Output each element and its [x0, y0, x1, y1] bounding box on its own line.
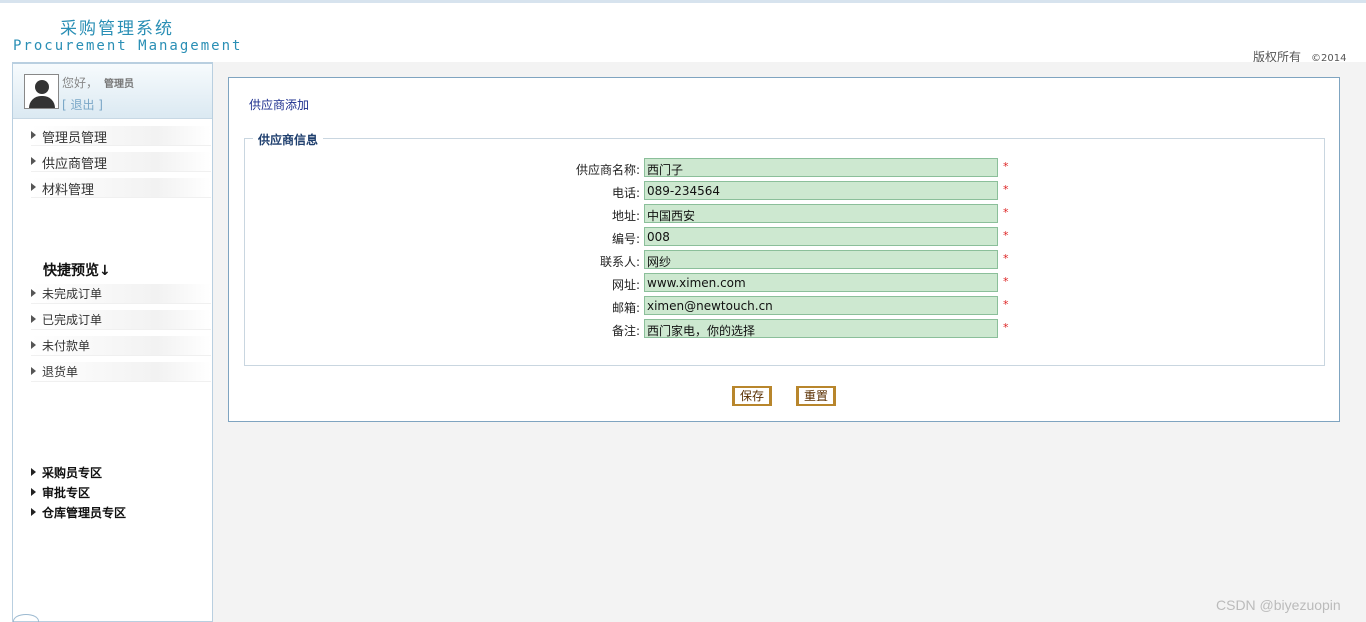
field-label: 地址: [611, 209, 640, 223]
caret-right-icon [31, 131, 36, 139]
sidebar-item-returns[interactable]: 退货单 [31, 362, 211, 382]
required-mark: * [1003, 321, 1009, 334]
form-row-code: 编号: 008 * [245, 227, 1009, 247]
sidebar-item-unpaid[interactable]: 未付款单 [31, 336, 211, 356]
caret-right-icon [31, 468, 36, 476]
sidebar-item-finished-orders[interactable]: 已完成订单 [31, 310, 211, 330]
caret-right-icon [31, 183, 36, 191]
required-mark: * [1003, 298, 1009, 311]
caret-right-icon [31, 488, 36, 496]
fieldset-legend: 供应商信息 [253, 131, 324, 148]
required-mark: * [1003, 160, 1009, 173]
sidebar-item-label: 材料管理 [42, 183, 95, 198]
zone-label: 采购员专区 [42, 466, 103, 480]
form-row-name: 供应商名称: 西门子 * [245, 158, 1009, 178]
quick-preview-title: 快捷预览↓ [43, 263, 111, 279]
website-input[interactable]: www.ximen.com [644, 273, 998, 292]
watermark: CSDN @biyezuopin [1216, 597, 1341, 613]
reset-button[interactable]: 重置 [796, 386, 836, 406]
remark-input[interactable]: 西门家电，你的选择 [644, 319, 998, 338]
caret-right-icon [31, 367, 36, 375]
sidebar-zone-warehouse[interactable]: 仓库管理员专区 [31, 504, 126, 521]
app-title-cn: 采购管理系统 [60, 19, 174, 39]
field-label: 电话: [611, 186, 640, 200]
required-mark: * [1003, 229, 1009, 242]
form-row-email: 邮箱: ximen@newtouch.cn * [245, 296, 1009, 316]
phone-input[interactable]: 089-234564 [644, 181, 998, 200]
form-row-address: 地址: 中国西安 * [245, 204, 1009, 224]
avatar-body-icon [29, 96, 55, 108]
sidebar-bottom-decoration [13, 614, 39, 622]
top-border [0, 0, 1366, 3]
form-row-website: 网址: www.ximen.com * [245, 273, 1009, 293]
form-row-contact: 联系人: 网纱 * [245, 250, 1009, 270]
sidebar-zone-purchaser[interactable]: 采购员专区 [31, 464, 102, 481]
field-label: 邮箱: [611, 301, 640, 315]
supplier-info-fieldset: 供应商信息 供应商名称: 西门子 * 电话: 089-234564 * 地址: … [244, 131, 1325, 366]
sidebar-item-label: 退货单 [42, 365, 79, 379]
required-mark: * [1003, 206, 1009, 219]
logout-link[interactable]: [ 退出 ] [62, 96, 103, 113]
sidebar-item-label: 供应商管理 [42, 157, 108, 172]
email-input[interactable]: ximen@newtouch.cn [644, 296, 998, 315]
zone-label: 审批专区 [42, 486, 91, 500]
field-label: 网址: [611, 278, 640, 292]
zone-label: 仓库管理员专区 [42, 506, 127, 520]
greeting-text: 您好， [62, 76, 99, 90]
supplier-name-input[interactable]: 西门子 [644, 158, 998, 177]
code-input[interactable]: 008 [644, 227, 998, 246]
sidebar-item-material[interactable]: 材料管理 [31, 178, 211, 198]
sidebar-item-supplier[interactable]: 供应商管理 [31, 152, 211, 172]
caret-right-icon [31, 157, 36, 165]
caret-right-icon [31, 508, 36, 516]
field-label: 供应商名称: [575, 163, 640, 177]
sidebar-item-label: 未付款单 [42, 339, 91, 353]
contact-input[interactable]: 网纱 [644, 250, 998, 269]
sidebar-item-admin[interactable]: 管理员管理 [31, 126, 211, 146]
caret-right-icon [31, 341, 36, 349]
sidebar-item-label: 已完成订单 [42, 313, 103, 327]
user-box: 您好， 管理员 [ 退出 ] [13, 64, 212, 119]
form-row-remark: 备注: 西门家电，你的选择 * [245, 319, 1009, 339]
caret-right-icon [31, 289, 36, 297]
app-title-en: Procurement Management [13, 38, 243, 54]
avatar [24, 74, 59, 109]
field-label: 编号: [611, 232, 640, 246]
address-input[interactable]: 中国西安 [644, 204, 998, 223]
sidebar: 您好， 管理员 [ 退出 ] 管理员管理 供应商管理 材料管理 快捷预览↓ 未完成… [12, 62, 213, 622]
user-name: 管理员 [104, 79, 135, 90]
required-mark: * [1003, 275, 1009, 288]
user-greeting: 您好， 管理员 [62, 74, 134, 91]
sidebar-item-label: 未完成订单 [42, 287, 103, 301]
content-panel: 供应商添加 供应商信息 供应商名称: 西门子 * 电话: 089-234564 … [228, 77, 1340, 422]
avatar-head-icon [35, 80, 49, 94]
field-label: 联系人: [599, 255, 640, 269]
required-mark: * [1003, 183, 1009, 196]
save-button[interactable]: 保存 [732, 386, 772, 406]
form-row-phone: 电话: 089-234564 * [245, 181, 1009, 201]
sidebar-item-label: 管理员管理 [42, 131, 108, 146]
required-mark: * [1003, 252, 1009, 265]
page-title: 供应商添加 [249, 98, 310, 112]
sidebar-zone-approval[interactable]: 审批专区 [31, 484, 90, 501]
field-label: 备注: [611, 324, 640, 338]
caret-right-icon [31, 315, 36, 323]
sidebar-item-unfinished-orders[interactable]: 未完成订单 [31, 284, 211, 304]
